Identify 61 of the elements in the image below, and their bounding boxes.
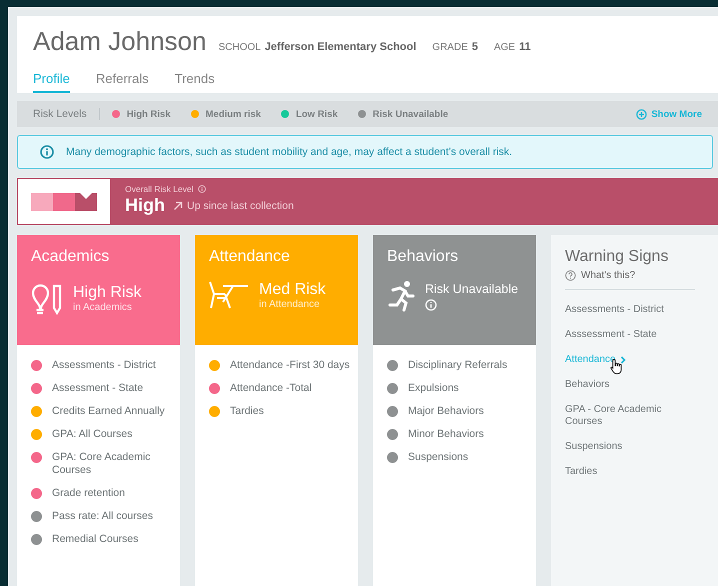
tab[interactable]: Referrals — [96, 67, 149, 93]
notice-text: Many demographic factors, such as student mobility and age, may affect a student’s overall risk. — [66, 146, 512, 158]
risk-level: Med Risk — [259, 280, 326, 298]
legend-label: Low Risk — [296, 108, 338, 120]
risk-level: Risk Unavailable — [425, 282, 518, 296]
card-title: Academics — [31, 248, 110, 266]
tab[interactable]: Trends — [174, 67, 215, 93]
indicator-label: Attendance -First 30 days — [230, 359, 350, 372]
indicator-label: Suspensions — [408, 451, 468, 464]
running-figure-icon — [387, 280, 415, 312]
trend-text: Up since last collection — [187, 200, 294, 212]
field-label: AGE — [494, 42, 516, 53]
risk-caption: in Academics — [73, 302, 133, 312]
info-icon — [198, 185, 206, 193]
desk-icon — [209, 280, 249, 310]
indicator-label: Expulsions — [408, 382, 459, 395]
warning-link[interactable]: GPA - Core Academic Courses — [565, 404, 683, 428]
legend-label: Risk Unavailable — [372, 108, 448, 120]
warning-link[interactable]: Behaviors — [565, 379, 610, 391]
help-icon — [565, 270, 576, 281]
indicator-label: Disciplinary Referrals — [408, 359, 508, 372]
panel-title: Warning Signs — [565, 248, 670, 266]
indicator-label: Grade retention — [52, 487, 125, 500]
indicator-label: Minor Behaviors — [408, 428, 484, 441]
card-title: Attendance — [209, 248, 291, 266]
field-value: Jefferson Elementary School — [264, 41, 416, 53]
field-value: 5 — [472, 41, 478, 53]
indicator-label: Remedial Courses — [52, 533, 138, 546]
indicator-label: Tardies — [230, 405, 264, 418]
indicator-label: Pass rate: All courses — [52, 510, 153, 523]
risk-meter-icon — [31, 192, 97, 210]
arrow-up-right-icon — [173, 200, 183, 210]
warning-link[interactable]: Suspensions — [565, 441, 622, 453]
warning-link[interactable]: Attendance — [565, 354, 626, 366]
field-label: GRADE — [432, 42, 468, 53]
indicator-label: Major Behaviors — [408, 405, 484, 418]
risk-caption: in Attendance — [259, 298, 321, 310]
tab[interactable]: Profile — [33, 67, 70, 93]
warning-link[interactable]: Tardies — [565, 466, 598, 478]
indicator-label: GPA: All Courses — [52, 428, 132, 441]
help-link[interactable]: What's this? — [581, 270, 636, 281]
indicator-label: GPA: Core Academic Courses — [52, 451, 152, 477]
student-name: Adam Johnson — [33, 26, 206, 57]
legend-label: High Risk — [126, 108, 170, 120]
info-icon — [40, 145, 54, 159]
indicator-label: Attendance -Total — [230, 382, 312, 395]
field-label: SCHOOL — [218, 42, 261, 53]
legend-label: Medium risk — [206, 108, 261, 120]
indicator-label: Assessment - State — [52, 382, 144, 395]
indicator-label: Credits Earned Annually — [52, 405, 165, 418]
plus-circle-icon — [636, 108, 648, 120]
overall-risk-label: Overall Risk Level — [125, 184, 194, 194]
field-value: 11 — [519, 41, 531, 53]
warning-link[interactable]: Assessments - District — [565, 304, 664, 316]
warning-link[interactable]: Asssessment - State — [565, 329, 657, 341]
legend-title: Risk Levels — [33, 108, 100, 120]
indicator-label: Assessments - District — [52, 359, 156, 372]
overall-risk-level: High — [125, 195, 165, 216]
risk-level: High Risk — [73, 284, 142, 302]
chevron-right-icon — [620, 356, 626, 364]
card-title: Behaviors — [387, 248, 460, 266]
